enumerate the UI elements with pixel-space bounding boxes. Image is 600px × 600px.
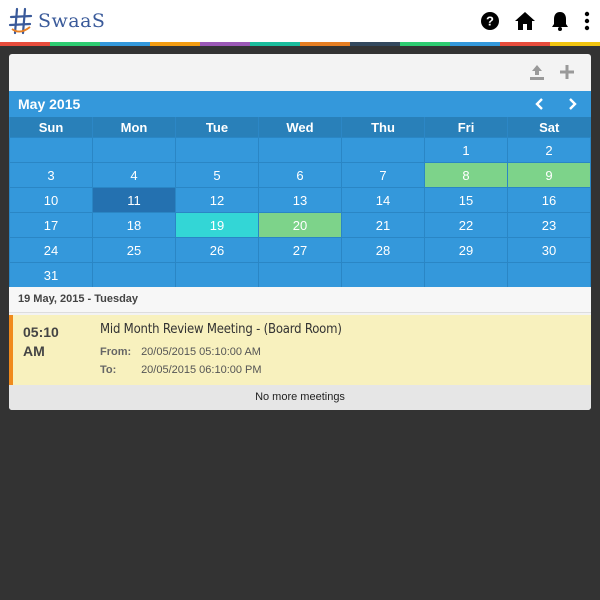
weekday-header: Mon bbox=[92, 117, 176, 138]
calendar-day-21[interactable]: 21 bbox=[341, 212, 425, 238]
upload-icon[interactable] bbox=[527, 62, 547, 82]
weekday-header: Fri bbox=[424, 117, 508, 138]
weekday-header: Sun bbox=[9, 117, 93, 138]
calendar-day-5[interactable]: 5 bbox=[175, 162, 259, 188]
calendar-day-3[interactable]: 3 bbox=[9, 162, 93, 188]
calendar-day-28[interactable]: 28 bbox=[341, 237, 425, 263]
calendar-week-row: 3456789 bbox=[9, 162, 591, 188]
selected-date-label: 19 May, 2015 - Tuesday bbox=[18, 293, 139, 305]
add-icon[interactable] bbox=[557, 62, 577, 82]
weekday-header: Sat bbox=[507, 117, 591, 138]
meeting-item[interactable]: 05:10 AM Mid Month Review Meeting - (Boa… bbox=[9, 315, 591, 385]
calendar: May 2015 Sun Mon Tue Wed Thu Fri Sat 123456789… bbox=[9, 91, 591, 288]
meeting-to-row: To: 20/05/2015 06:10:00 PM bbox=[100, 364, 262, 376]
calendar-day-6[interactable]: 6 bbox=[258, 162, 342, 188]
meeting-to-label: To: bbox=[100, 364, 117, 376]
hash-logo-icon bbox=[8, 7, 33, 35]
meeting-from-row: From: 20/05/2015 05:10:00 AM bbox=[100, 346, 261, 358]
calendar-empty-cell bbox=[258, 137, 342, 163]
top-bar: SwaaS ? bbox=[0, 0, 600, 42]
calendar-day-13[interactable]: 13 bbox=[258, 187, 342, 213]
calendar-empty-cell bbox=[341, 137, 425, 163]
weekday-header: Wed bbox=[258, 117, 342, 138]
color-stripe bbox=[0, 42, 600, 46]
meeting-from-label: From: bbox=[100, 346, 132, 358]
calendar-empty-cell bbox=[92, 262, 176, 288]
calendar-week-row: 12 bbox=[9, 137, 591, 163]
calendar-day-12[interactable]: 12 bbox=[175, 187, 259, 213]
selected-date-header: 19 May, 2015 - Tuesday bbox=[9, 287, 591, 313]
calendar-day-17[interactable]: 17 bbox=[9, 212, 93, 238]
calendar-empty-cell bbox=[175, 262, 259, 288]
panel-toolbar bbox=[9, 54, 591, 92]
calendar-day-26[interactable]: 26 bbox=[175, 237, 259, 263]
app-logo[interactable]: SwaaS bbox=[8, 5, 105, 37]
no-more-meetings-text: No more meetings bbox=[255, 391, 345, 403]
calendar-day-22[interactable]: 22 bbox=[424, 212, 508, 238]
calendar-week-row: 10 11 12 13 14 15 16 bbox=[9, 187, 591, 213]
calendar-day-1[interactable]: 1 bbox=[424, 137, 508, 163]
help-icon[interactable]: ? bbox=[480, 11, 500, 31]
calendar-day-20[interactable]: 20 bbox=[258, 212, 342, 238]
calendar-week-row: 17 18 19 20 21 22 23 bbox=[9, 212, 591, 238]
meeting-to-value: 20/05/2015 06:10:00 PM bbox=[141, 364, 262, 376]
more-vertical-icon[interactable] bbox=[584, 11, 590, 31]
calendar-day-25[interactable]: 25 bbox=[92, 237, 176, 263]
calendar-day-2[interactable]: 2 bbox=[507, 137, 591, 163]
weekday-header: Tue bbox=[175, 117, 259, 138]
calendar-empty-cell bbox=[507, 262, 591, 288]
calendar-day-19[interactable]: 19 bbox=[175, 212, 259, 238]
calendar-header: May 2015 bbox=[9, 91, 591, 117]
home-icon[interactable] bbox=[514, 11, 536, 31]
calendar-panel: May 2015 Sun Mon Tue Wed Thu Fri Sat 123456789… bbox=[9, 54, 591, 410]
calendar-day-14[interactable]: 14 bbox=[341, 187, 425, 213]
calendar-day-18[interactable]: 18 bbox=[92, 212, 176, 238]
calendar-day-27[interactable]: 27 bbox=[258, 237, 342, 263]
prev-month-icon[interactable] bbox=[533, 97, 547, 111]
calendar-day-7[interactable]: 7 bbox=[341, 162, 425, 188]
app-logo-text: SwaaS bbox=[38, 10, 106, 32]
calendar-week-row: 31 bbox=[9, 262, 591, 288]
next-month-icon[interactable] bbox=[565, 97, 579, 111]
calendar-day-15[interactable]: 15 bbox=[424, 187, 508, 213]
meeting-from-value: 20/05/2015 05:10:00 AM bbox=[141, 346, 261, 358]
calendar-day-16[interactable]: 16 bbox=[507, 187, 591, 213]
calendar-empty-cell bbox=[424, 262, 508, 288]
meeting-time: 05:10 AM bbox=[23, 324, 59, 359]
calendar-day-9[interactable]: 9 bbox=[507, 162, 591, 188]
weekday-header: Thu bbox=[341, 117, 425, 138]
calendar-day-30[interactable]: 30 bbox=[507, 237, 591, 263]
bell-icon[interactable] bbox=[550, 11, 570, 31]
calendar-empty-cell bbox=[92, 137, 176, 163]
calendar-grid: Sun Mon Tue Wed Thu Fri Sat 1 2 3 4 5 6 7 8 9 10 11 12 13 1… bbox=[9, 117, 591, 288]
calendar-day-24[interactable]: 24 bbox=[9, 237, 93, 263]
month-title: May 2015 bbox=[18, 96, 81, 112]
calendar-day-31[interactable]: 31 bbox=[9, 262, 93, 288]
calendar-day-4[interactable]: 4 bbox=[92, 162, 176, 188]
calendar-day-10[interactable]: 10 bbox=[9, 187, 93, 213]
calendar-empty-cell bbox=[175, 137, 259, 163]
calendar-empty-cell bbox=[9, 137, 93, 163]
calendar-day-8[interactable]: 8 bbox=[424, 162, 508, 188]
calendar-day-23[interactable]: 23 bbox=[507, 212, 591, 238]
calendar-day-11[interactable]: 11 bbox=[92, 187, 176, 213]
meeting-title: Mid Month Review Meeting - (Board Room) bbox=[100, 322, 342, 337]
calendar-week-row: 24 25 26 27 28 29 30 bbox=[9, 237, 591, 263]
svg-text:?: ? bbox=[486, 14, 494, 29]
calendar-empty-cell bbox=[341, 262, 425, 288]
calendar-empty-cell bbox=[258, 262, 342, 288]
calendar-day-29[interactable]: 29 bbox=[424, 237, 508, 263]
no-more-meetings-bar: No more meetings bbox=[9, 385, 591, 410]
